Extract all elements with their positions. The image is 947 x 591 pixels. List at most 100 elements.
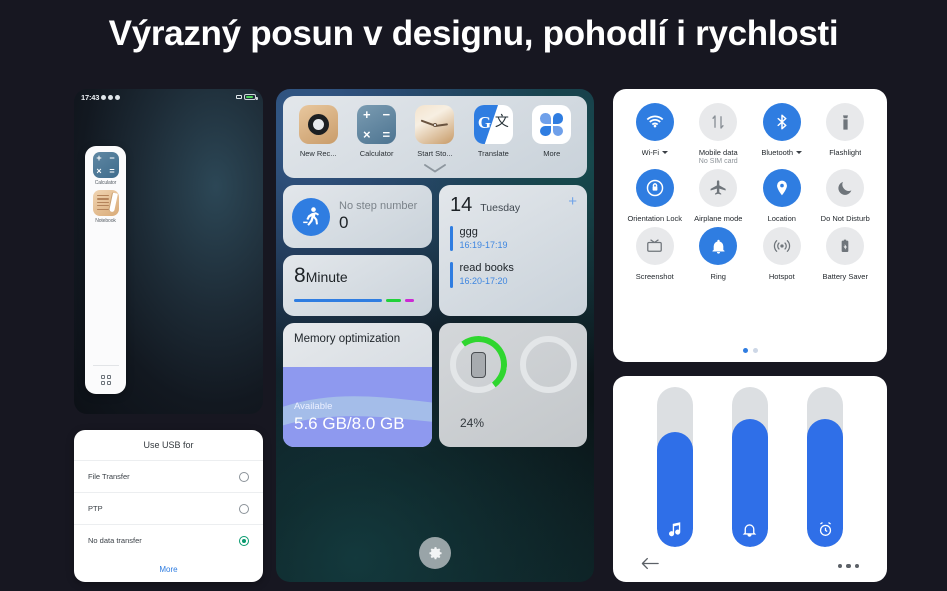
recents-sidebar[interactable]: + − × = Calculator Notebook [85, 146, 126, 394]
app-shortcut-calculator[interactable]: + − × = Calculator [350, 105, 404, 158]
battery-icon [244, 94, 258, 100]
radio-button[interactable] [239, 471, 249, 482]
status-bar-left: 17:43 [81, 93, 121, 102]
new-recording-icon [298, 105, 338, 144]
quick-tile-mobile-data[interactable]: Mobile data No SIM card [687, 103, 749, 165]
usb-option-no-data-transfer[interactable]: No data transfer [74, 524, 263, 556]
usb-more-link[interactable]: More [74, 556, 263, 574]
bluetooth-icon[interactable] [762, 103, 801, 141]
quick-tile-bluetooth[interactable]: Bluetooth [751, 103, 813, 165]
orientation-lock-icon[interactable] [635, 169, 674, 207]
event-color-bar [450, 262, 453, 288]
sidebar-app-notebook[interactable]: Notebook [85, 190, 126, 224]
app-grid-icon[interactable] [85, 366, 126, 394]
timer-widget[interactable]: 8 Minute [283, 255, 432, 316]
chevron-down-icon[interactable] [796, 151, 803, 154]
usb-option-label: File Transfer [88, 472, 130, 481]
calendar-event[interactable]: ggg 16:19-17:19 [450, 226, 576, 252]
quick-tile-ring[interactable]: Ring [687, 227, 749, 281]
alarm-clock-icon [819, 522, 831, 536]
volume-slider-alarm[interactable] [807, 387, 844, 547]
status-app-icon-2 [115, 94, 121, 100]
battery-saver-icon[interactable] [826, 227, 865, 265]
calendar-event[interactable]: read books 16:20-17:20 [450, 262, 576, 288]
screenshot-root: Výrazný posun v designu, pohodlí i rychl… [0, 0, 947, 591]
mobile-data-icon[interactable] [699, 103, 738, 141]
quick-tile-orientation-lock[interactable]: Orientation Lock [624, 169, 686, 223]
event-title: ggg [459, 226, 478, 238]
notebook-icon [92, 190, 119, 216]
page-indicator [613, 348, 887, 353]
radio-button[interactable] [239, 503, 249, 514]
step-counter-widget[interactable]: No step number 0 [283, 185, 432, 248]
app-shortcut-label: More [543, 149, 561, 158]
volume-slider-media[interactable] [656, 387, 693, 547]
page-dot[interactable] [752, 348, 758, 353]
page-dot-active[interactable] [742, 348, 748, 353]
volume-slider-fill [731, 419, 768, 547]
battery-rings [439, 332, 587, 397]
app-shortcut-label: Calculator [359, 149, 394, 158]
calendar-day: 14 [450, 194, 473, 216]
chevron-down-icon[interactable] [662, 151, 668, 154]
quick-tile-do-not-disturb[interactable]: Do Not Disturb [814, 169, 876, 223]
more-apps-icon [532, 105, 572, 144]
memory-caption: Available [294, 401, 333, 412]
quick-tile-label-row[interactable]: Wi-Fi [642, 148, 668, 157]
volume-slider-ring[interactable] [731, 387, 768, 547]
moon-icon[interactable] [826, 169, 865, 207]
quick-tile-hotspot[interactable]: Hotspot [751, 227, 813, 281]
quick-tile-airplane-mode[interactable]: Airplane mode [687, 169, 749, 223]
event-color-bar [450, 226, 453, 252]
usb-dialog-title: Use USB for [143, 440, 194, 450]
plus-icon[interactable]: + [568, 194, 577, 209]
screenshot-icon[interactable] [635, 227, 674, 265]
more-dots-icon[interactable] [837, 563, 859, 569]
quick-tile-label: Location [767, 214, 796, 223]
event-text: ggg 16:19-17:19 [460, 226, 508, 251]
app-shortcut-translate[interactable]: G 文 Translate [466, 105, 520, 158]
quick-tile-label: Do Not Disturb [820, 214, 870, 223]
calendar-widget[interactable]: + 14 Tuesday ggg 16:19-17:19 read books … [439, 185, 587, 316]
quick-tile-label-row: Ring [711, 272, 726, 281]
location-pin-icon[interactable] [762, 169, 801, 207]
quick-tile-label-row: Hotspot [769, 272, 795, 281]
sidebar-app-calculator[interactable]: + − × = Calculator [85, 152, 126, 186]
quick-tile-label-row: Mobile data [699, 148, 738, 157]
usb-option-label: No data transfer [88, 536, 142, 545]
widgets-grid-left: No step number 0 8 Minute [283, 185, 432, 316]
quick-tile-label: Flashlight [829, 148, 862, 157]
quick-tile-screenshot[interactable]: Screenshot [624, 227, 686, 281]
quick-tile-flashlight[interactable]: Flashlight [814, 103, 876, 165]
chevron-down-icon[interactable] [289, 158, 581, 174]
usb-option-file-transfer[interactable]: File Transfer [74, 460, 263, 492]
widgets-grid-bottom: Memory optimization Available 5.6 GB/8.0… [283, 323, 587, 447]
timer-progress-magenta [405, 299, 414, 302]
app-shortcut-new-recording[interactable]: New Rec... [291, 105, 345, 158]
quick-tile-label-row[interactable]: Bluetooth [761, 148, 803, 157]
usb-option-ptp[interactable]: PTP [74, 492, 263, 524]
memory-value: 5.6 GB/8.0 GB [294, 414, 405, 433]
airplane-icon[interactable] [699, 169, 738, 207]
quick-tile-location[interactable]: Location [751, 169, 813, 223]
back-arrow-icon[interactable] [641, 557, 659, 575]
memory-widget-column: Memory optimization Available 5.6 GB/8.0… [283, 323, 432, 447]
wifi-icon[interactable] [635, 103, 674, 141]
hotspot-icon[interactable] [762, 227, 801, 265]
quick-tile-label: Mobile data [698, 148, 738, 157]
radio-button-selected[interactable] [239, 535, 249, 546]
app-shortcut-stopwatch[interactable]: Start Sto... [408, 105, 462, 158]
phone-battery-icon [445, 332, 511, 397]
gear-icon[interactable] [419, 537, 451, 569]
bell-icon[interactable] [699, 227, 738, 265]
volume-panel-footer [613, 557, 887, 575]
status-notification-icon [101, 94, 107, 100]
flashlight-icon[interactable] [826, 103, 865, 141]
battery-widget[interactable]: 24% [439, 323, 587, 447]
quick-tile-wifi[interactable]: Wi-Fi [624, 103, 686, 165]
status-bar: 17:43 [74, 89, 263, 105]
app-shortcut-more[interactable]: More [525, 105, 579, 158]
memory-optimization-widget[interactable]: Memory optimization Available 5.6 GB/8.0… [283, 323, 432, 447]
quick-tile-battery-saver[interactable]: Battery Saver [814, 227, 876, 281]
app-shortcut-label: Translate [477, 149, 509, 158]
